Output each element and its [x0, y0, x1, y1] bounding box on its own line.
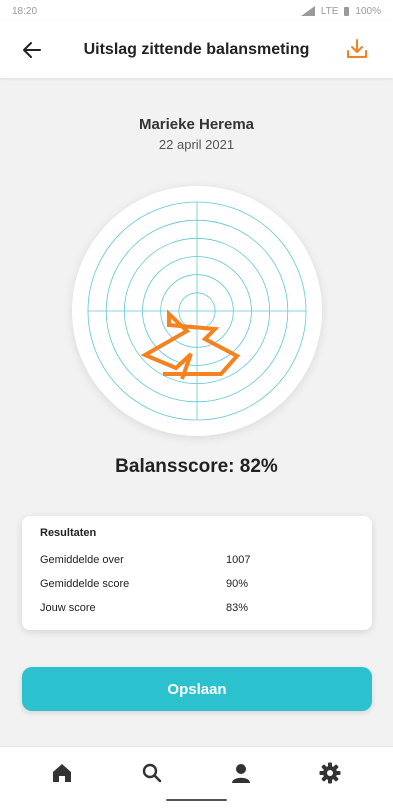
search-icon[interactable]	[140, 761, 164, 785]
download-icon[interactable]	[345, 37, 369, 61]
network-label: LTE	[320, 5, 339, 17]
result-row: Gemiddelde over 1007	[40, 548, 354, 572]
battery-label: 100%	[355, 5, 381, 17]
result-value: 83%	[226, 602, 249, 614]
results-card: Resultaten Gemiddelde over 1007 Gemiddel…	[22, 516, 372, 630]
save-button[interactable]: Opslaan	[22, 667, 372, 711]
home-indicator	[166, 799, 227, 801]
home-icon[interactable]	[50, 761, 74, 785]
app-header: Uitslag zittende balansmeting	[0, 22, 393, 78]
result-row: Gemiddelde score 90%	[40, 572, 354, 596]
results-title: Resultaten	[40, 527, 97, 539]
person-name: Marieke Herema	[138, 116, 255, 133]
back-arrow-icon[interactable]	[20, 38, 44, 62]
status-indicators: LTE 100%	[300, 5, 381, 17]
result-label: Jouw score	[40, 602, 96, 614]
status-bar: 18:20 LTE 100%	[0, 0, 393, 22]
result-value: 90%	[226, 578, 249, 590]
result-value: 1007	[226, 554, 251, 566]
result-label: Gemiddelde score	[40, 578, 130, 590]
result-label: Gemiddelde over	[40, 554, 124, 566]
battery-icon	[344, 6, 350, 16]
balance-score: Balansscore: 82%	[115, 456, 278, 477]
radar-svg	[87, 201, 307, 421]
result-row: Jouw score 83%	[40, 596, 354, 620]
balance-radar-chart	[72, 186, 322, 436]
measurement-date: 22 april 2021	[158, 137, 235, 152]
profile-icon[interactable]	[229, 761, 253, 785]
page-title: Uitslag zittende balansmeting	[83, 41, 310, 58]
signal-icon	[300, 6, 315, 16]
settings-icon[interactable]	[318, 761, 342, 785]
status-time: 18:20	[12, 5, 38, 17]
